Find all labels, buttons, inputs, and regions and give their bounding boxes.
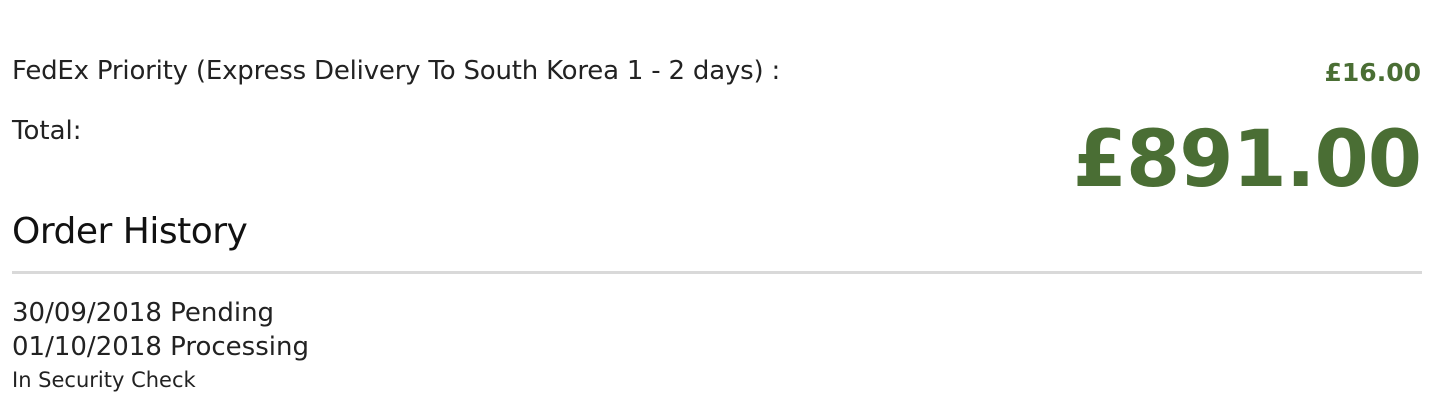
- shipping-method-label: FedEx Priority (Express Delivery To Sout…: [12, 56, 781, 87]
- total-amount: £891.00: [1072, 115, 1422, 205]
- total-label: Total:: [12, 116, 82, 146]
- history-entry: 30/09/2018 Pending: [12, 298, 275, 328]
- order-history-title: Order History: [12, 211, 248, 252]
- section-divider: [12, 271, 1422, 274]
- history-entry: 01/10/2018 Processing: [12, 332, 309, 362]
- history-status-note: In Security Check: [12, 368, 196, 392]
- shipping-price: £16.00: [1324, 57, 1421, 87]
- shipping-row: FedEx Priority (Express Delivery To Sout…: [12, 52, 1421, 92]
- order-history-list: 30/09/2018 Pending 01/10/2018 Processing…: [12, 296, 309, 396]
